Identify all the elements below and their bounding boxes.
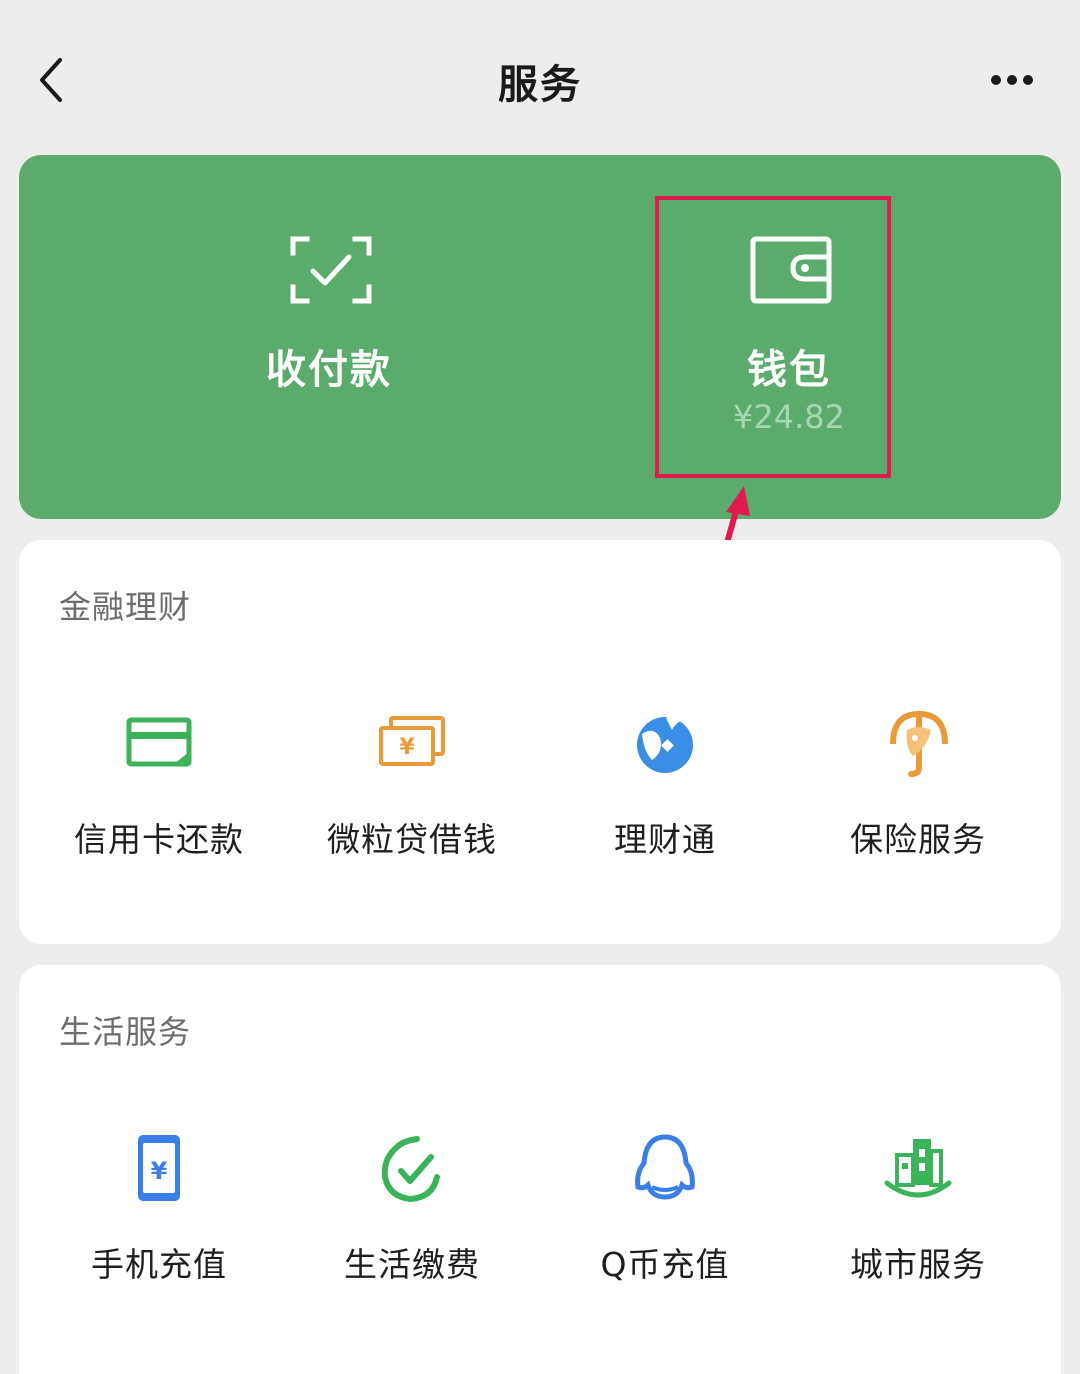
nav-bar: 服务 [0, 0, 1080, 155]
svg-text:¥: ¥ [151, 1157, 168, 1185]
more-dots-icon [991, 75, 1033, 85]
section-title: 生活服务 [59, 1013, 192, 1051]
city-services-button[interactable]: 城市服务 [788, 1133, 1048, 1293]
insurance-umbrella-icon [890, 710, 948, 777]
bill-check-icon [381, 1136, 440, 1203]
insurance-button[interactable]: 保险服务 [788, 708, 1048, 868]
pay-receive-label: 收付款 [266, 347, 392, 393]
phone-topup-button[interactable]: ¥ 手机充值 [29, 1133, 289, 1293]
more-button[interactable] [982, 60, 1042, 100]
licaitong-button[interactable]: 理财通 [535, 708, 795, 868]
service-label: 理财通 [614, 820, 716, 859]
service-label: 手机充值 [91, 1245, 227, 1284]
wallet-highlight-box [655, 196, 891, 478]
svg-text:¥: ¥ [399, 735, 415, 760]
section-title: 金融理财 [59, 588, 192, 626]
qq-penguin-icon [635, 1134, 695, 1200]
weilidai-loan-button[interactable]: ¥ 微粒贷借钱 [282, 708, 542, 868]
phone-topup-icon: ¥ [138, 1135, 180, 1201]
service-label: 生活缴费 [344, 1245, 480, 1284]
service-label: 保险服务 [850, 820, 986, 859]
life-services-section: 生活服务 ¥ 手机充值 生活缴费 Q币充值 城市服务 [19, 965, 1061, 1374]
payment-wallet-card: 收付款 钱包 ¥24.82 [19, 155, 1061, 519]
finance-section: 金融理财 信用卡还款 ¥ 微粒贷借钱 理财通 保险服务 [19, 540, 1061, 944]
qcoin-topup-button[interactable]: Q币充值 [535, 1133, 795, 1293]
service-label: 城市服务 [850, 1245, 986, 1284]
credit-card-icon [126, 717, 192, 767]
scan-check-icon [290, 236, 372, 304]
service-label: 信用卡还款 [74, 820, 244, 859]
page-title: 服务 [498, 62, 582, 108]
service-label: 微粒贷借钱 [327, 820, 497, 859]
service-label: Q币充值 [600, 1245, 730, 1284]
wealth-fish-icon [637, 715, 693, 773]
yuan-bills-icon: ¥ [379, 716, 445, 766]
pay-receive-button[interactable]: 收付款 [209, 155, 449, 519]
services-page: 服务 收付款 钱包 ¥24.82 金融理财 信用卡还款 ¥ 微粒贷借钱 理财通 … [0, 0, 1080, 1374]
city-buildings-icon [884, 1139, 952, 1198]
credit-card-repay-button[interactable]: 信用卡还款 [29, 708, 289, 868]
utility-bills-button[interactable]: 生活缴费 [282, 1133, 542, 1293]
